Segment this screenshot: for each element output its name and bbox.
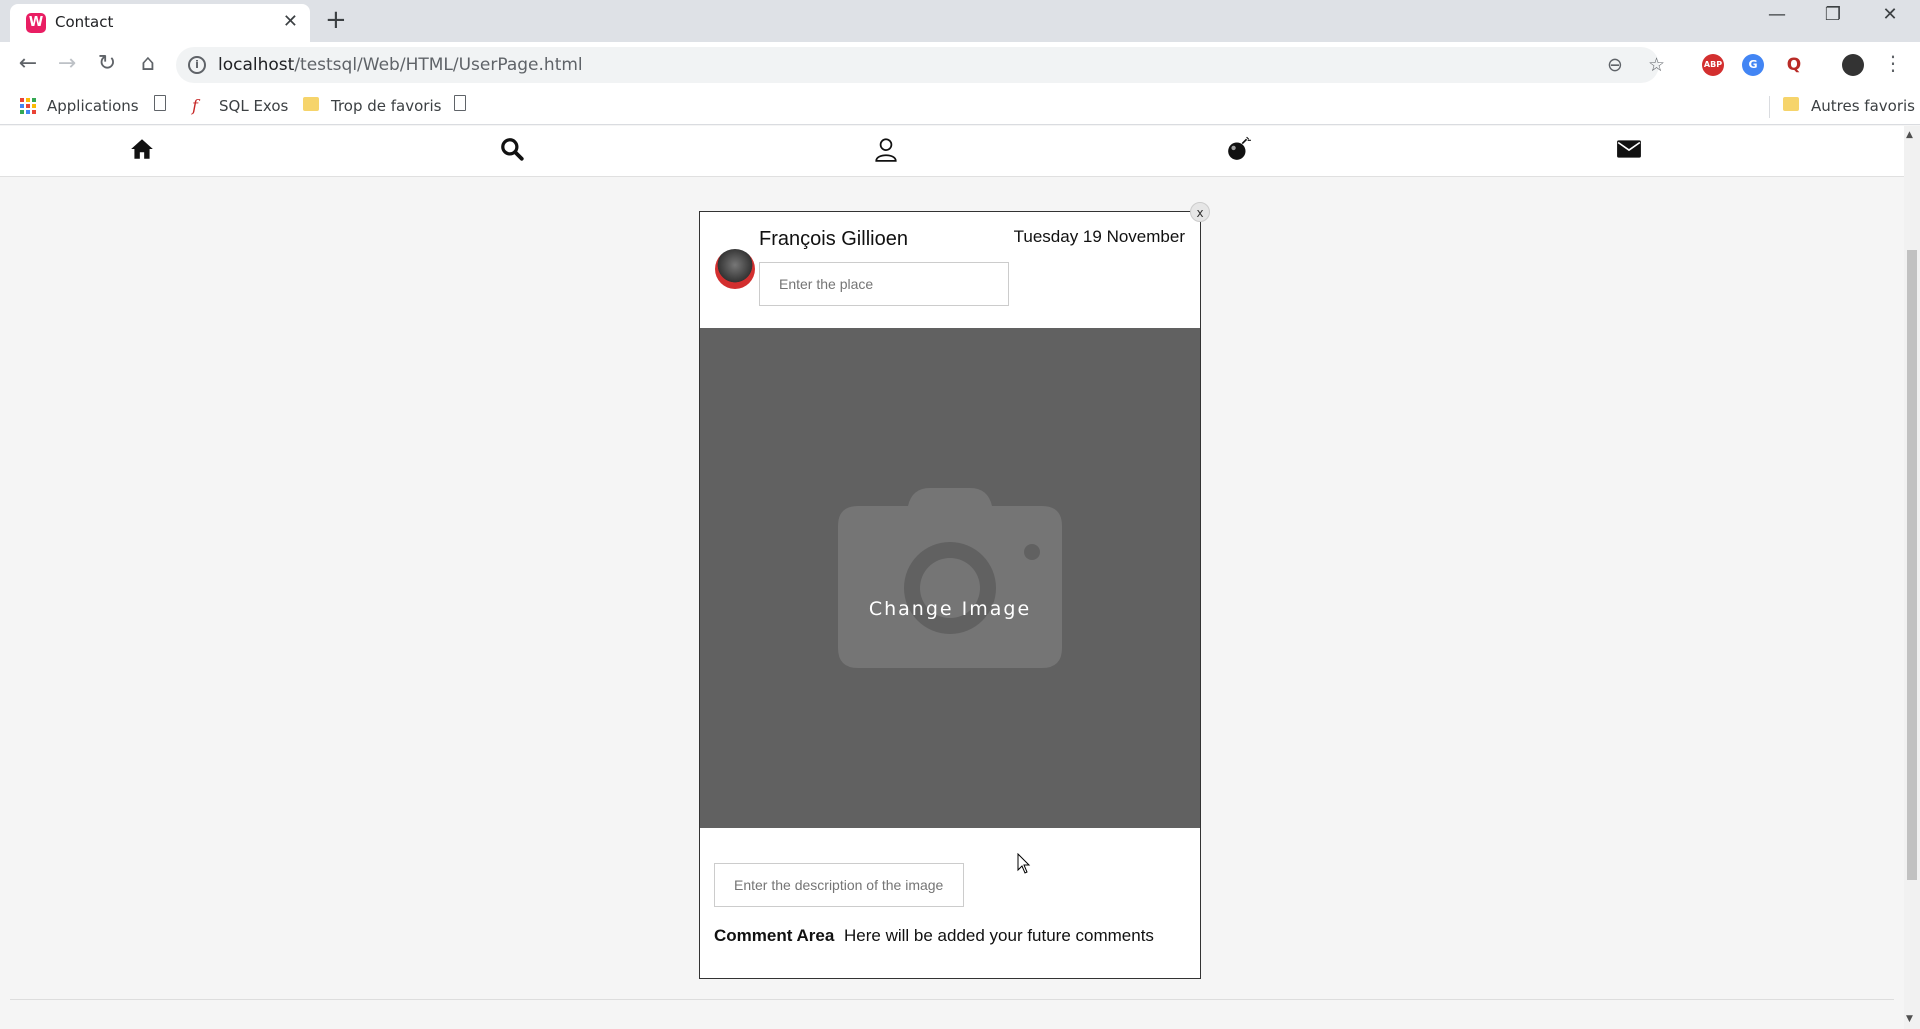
address-bar[interactable]: i localhost/testsql/Web/HTML/UserPage.ht…: [176, 47, 1665, 83]
page-content: François Gillioen Tuesday 19 November Ch…: [0, 126, 1904, 1029]
post-card: François Gillioen Tuesday 19 November Ch…: [699, 211, 1201, 979]
quora-icon[interactable]: Q: [1783, 54, 1805, 76]
bookmark-star-icon[interactable]: ☆: [1648, 54, 1665, 76]
browser-tab-bar: W Contact ✕ + — ❐ ✕: [0, 0, 1920, 42]
url-path: /testsql/Web/HTML/UserPage.html: [294, 55, 583, 75]
user-name: François Gillioen: [759, 228, 908, 250]
folder-icon: [1783, 97, 1799, 111]
user-icon[interactable]: [866, 136, 906, 169]
scrollbar-thumb[interactable]: [1907, 250, 1917, 880]
restore-button[interactable]: ❐: [1813, 4, 1853, 25]
minimize-button[interactable]: —: [1757, 4, 1797, 25]
bookmark-sql-exos[interactable]: SQL Exos: [219, 97, 288, 115]
divider: [10, 999, 1894, 1000]
site-favicon: W: [26, 13, 46, 33]
comment-area-title: Comment Area: [714, 926, 835, 945]
profile-avatar-icon[interactable]: [1842, 54, 1864, 76]
site-navigation: [0, 126, 1904, 177]
close-post-button[interactable]: x: [1190, 202, 1210, 222]
search-icon[interactable]: [492, 136, 532, 169]
comment-area-text: Here will be added your future comments: [844, 926, 1154, 945]
bomb-icon[interactable]: [1219, 136, 1259, 169]
bookmark-autres-favoris[interactable]: Autres favoris: [1811, 97, 1915, 115]
browser-toolbar: ← → ↻ ⌂ i localhost/testsql/Web/HTML/Use…: [0, 42, 1920, 88]
home-icon[interactable]: [122, 136, 162, 169]
tab-title: Contact: [55, 13, 114, 31]
bookmarks-bar: Applications f SQL Exos Trop de favoris …: [0, 88, 1920, 125]
page-bookmark-icon[interactable]: [154, 95, 166, 111]
change-image-button[interactable]: Change Image: [700, 598, 1200, 620]
camera-icon: [838, 488, 1062, 668]
bookmark-applications[interactable]: Applications: [47, 97, 139, 115]
reload-button[interactable]: ↻: [93, 51, 121, 76]
info-icon[interactable]: i: [188, 56, 206, 74]
back-button[interactable]: ←: [14, 51, 42, 76]
forward-button[interactable]: →: [53, 51, 81, 76]
apps-grid-icon[interactable]: [20, 98, 36, 114]
url-host: localhost: [218, 55, 295, 75]
translate-icon[interactable]: G: [1742, 54, 1764, 76]
new-tab-button[interactable]: +: [325, 7, 347, 33]
description-input[interactable]: [714, 863, 964, 907]
page-scrollbar[interactable]: ▲ ▼: [1904, 126, 1920, 1029]
home-button[interactable]: ⌂: [134, 51, 162, 76]
bookmark-divider: [1769, 96, 1770, 118]
avatar: [715, 249, 755, 289]
image-upload-area[interactable]: Change Image: [700, 328, 1200, 828]
adblock-icon[interactable]: ABP: [1702, 54, 1724, 76]
page-bookmark-icon[interactable]: [454, 95, 466, 111]
scroll-up-icon[interactable]: ▲: [1906, 130, 1913, 140]
zoom-out-icon[interactable]: ⊖: [1607, 54, 1623, 76]
mouse-cursor-icon: [1017, 853, 1031, 874]
bookmark-trop-de-favoris[interactable]: Trop de favoris: [331, 97, 441, 115]
place-input[interactable]: [759, 262, 1009, 306]
mail-icon[interactable]: [1609, 136, 1649, 169]
folder-icon: [303, 97, 319, 111]
sql-bookmark-icon: f: [192, 96, 198, 115]
menu-dots-icon[interactable]: ⋮: [1879, 51, 1907, 75]
scroll-down-icon[interactable]: ▼: [1906, 1014, 1913, 1024]
close-window-button[interactable]: ✕: [1870, 4, 1910, 25]
post-date: Tuesday 19 November: [1013, 227, 1185, 246]
url-text[interactable]: localhost/testsql/Web/HTML/UserPage.html: [218, 55, 583, 75]
browser-tab[interactable]: W Contact ✕: [10, 4, 310, 42]
close-tab-icon[interactable]: ✕: [283, 11, 298, 32]
